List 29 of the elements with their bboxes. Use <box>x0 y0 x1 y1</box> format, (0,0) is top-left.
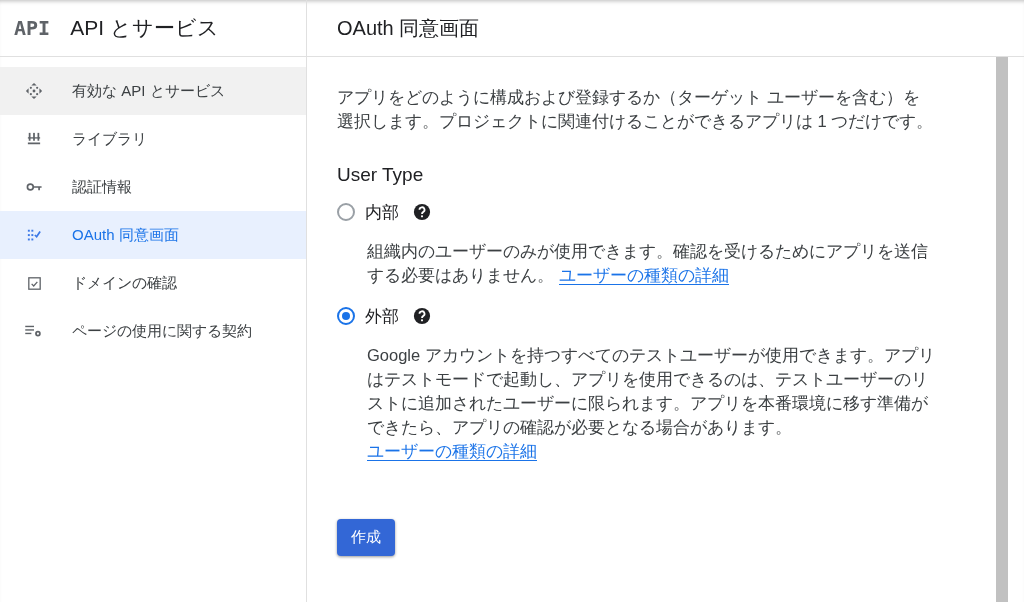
details-link[interactable]: ユーザーの種類の詳細 <box>367 442 537 461</box>
key-icon <box>25 182 43 192</box>
sidebar-item[interactable]: 有効な API とサービス <box>0 67 306 115</box>
product-title: API とサービス <box>70 15 219 41</box>
library-icon <box>25 132 43 146</box>
api-logo: API <box>14 16 51 40</box>
checkbox-icon <box>25 276 43 290</box>
help-icon[interactable] <box>413 203 431 221</box>
scrollbar[interactable] <box>996 57 1008 602</box>
option-description: 組織内のユーザーのみが使用できます。確認を受けるためにアプリを送信する必要はありません。 ユーザーの種類の詳細 <box>367 241 929 287</box>
sidebar-item[interactable]: ページの使用に関する契約 <box>0 307 306 355</box>
sidebar-item[interactable]: OAuth 同意画面 <box>0 211 306 259</box>
sidebar-item[interactable]: 認証情報 <box>0 163 306 211</box>
intro-text: アプリをどのように構成および登録するか（ターゲット ユーザーを含む）を選択します。プロジェクトに関連付けることができるアプリは 1 つだけです。 <box>337 87 935 132</box>
create-button[interactable]: 作成 <box>337 519 395 556</box>
sidebar-item[interactable]: ドメインの確認 <box>0 259 306 307</box>
page-title: OAuth 同意画面 <box>337 15 480 41</box>
list-gear-icon <box>25 324 43 338</box>
radio-button[interactable] <box>337 203 355 221</box>
sidebar-item[interactable]: ライブラリ <box>0 115 306 163</box>
details-link[interactable]: ユーザーの種類の詳細 <box>558 266 729 285</box>
radio-button[interactable] <box>337 307 355 325</box>
move-icon <box>25 82 43 100</box>
option-label: 内部 <box>365 202 399 223</box>
section-title: User Type <box>337 163 425 187</box>
dotted-check-icon <box>25 228 43 242</box>
option-description: Google アカウントを持つすべてのテストユーザーが使用できます。アプリはテストモードで起動し、アプリを使用できるのは、テストユーザーのリストに追加されたユーザーに限られます。アプリを本番環境に移す準備ができたら、アプリの確認が必要となる場合があります。 ユーザーの種類の詳細 <box>367 345 936 463</box>
option-label: 外部 <box>365 306 399 327</box>
help-icon[interactable] <box>413 307 431 325</box>
